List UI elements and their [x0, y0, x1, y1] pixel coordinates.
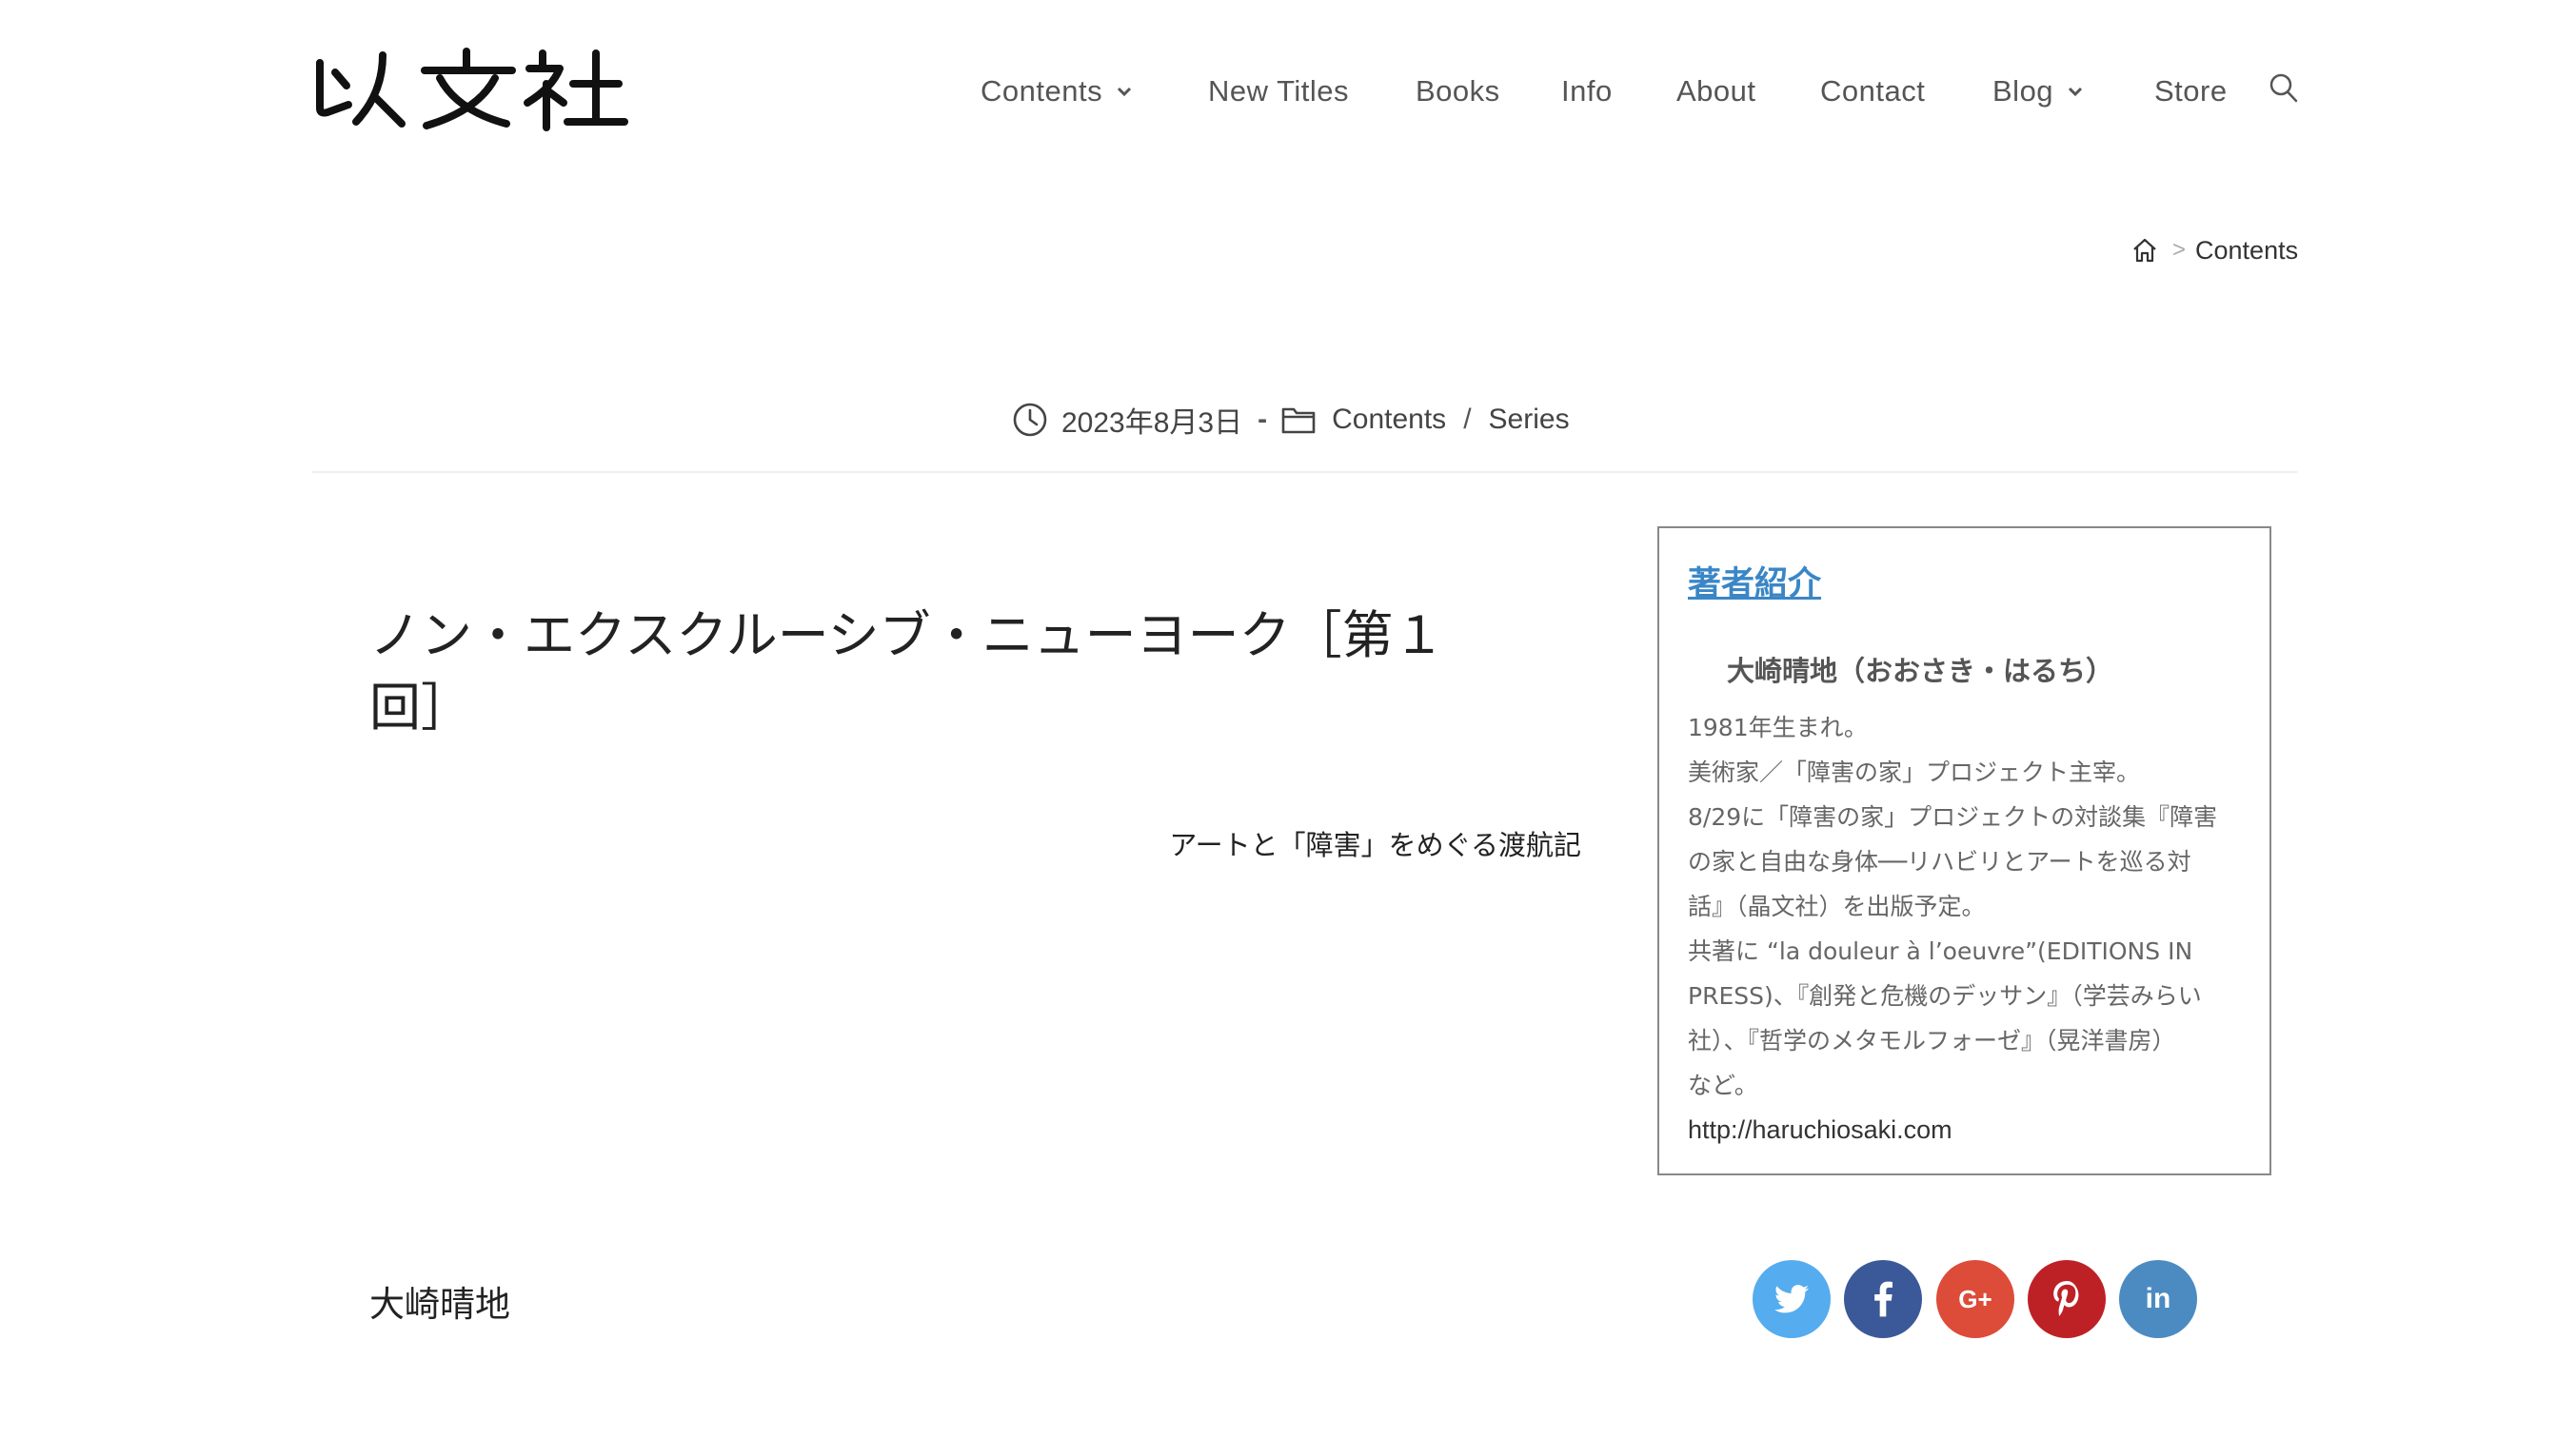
nav-item-books[interactable]: Books [1416, 69, 1500, 114]
nav-item-contact[interactable]: Contact [1820, 69, 1925, 114]
home-icon[interactable] [2130, 236, 2159, 265]
clock-icon [1013, 403, 1047, 437]
site-logo[interactable] [314, 46, 628, 133]
nav-item-label: New Titles [1208, 74, 1349, 108]
profile-line: 美術家／「障害の家」プロジェクト主宰。 [1688, 759, 2141, 786]
profile-line: 8/29に「障害の家」プロジェクトの対談集『障害 [1688, 803, 2218, 831]
profile-line: の家と自由な身体──リハビリとアートを巡る対 [1688, 848, 2191, 876]
category-separator: / [1463, 404, 1472, 435]
linkedin-icon: in [2145, 1283, 2171, 1314]
twitter-share-button[interactable] [1753, 1260, 1831, 1338]
profile-line: 話』（晶文社）を出版予定。 [1688, 893, 1986, 920]
nav-item-contents[interactable]: Contents [981, 69, 1133, 114]
article-title: ノン・エクスクルーシブ・ニューヨーク［第１回］ [369, 605, 1445, 738]
nav-item-label: Info [1561, 74, 1613, 108]
profile-line: など。 [1688, 1072, 1758, 1099]
nav-item-new-titles[interactable]: New Titles [1208, 69, 1349, 114]
nav-item-blog[interactable]: Blog [1992, 69, 2084, 114]
article-author: 大崎晴地 [369, 1284, 510, 1325]
article-subtitle: アートと「障害」をめぐる渡航記 [1169, 829, 1581, 861]
category-link-contents[interactable]: Contents [1332, 404, 1446, 436]
nav-item-label: Books [1416, 74, 1500, 108]
nav-item-about[interactable]: About [1676, 69, 1756, 114]
chevron-down-icon [2068, 87, 2083, 97]
breadcrumb: > Contents [2130, 231, 2298, 269]
breadcrumb-separator: > [2172, 237, 2187, 263]
google-plus-share-button[interactable]: G+ [1936, 1260, 2014, 1338]
breadcrumb-current[interactable]: Contents [2195, 236, 2298, 266]
chevron-down-icon [1118, 87, 1132, 97]
profile-name: 大崎晴地（おおさき・はるち） [1727, 655, 2114, 687]
google-plus-icon: G+ [1958, 1284, 1992, 1313]
nav-item-label: Contact [1820, 74, 1926, 108]
profile-line: PRESS)、『創発と危機のデッサン』（学芸みらい [1688, 982, 2202, 1010]
search-icon[interactable] [2269, 72, 2299, 105]
facebook-share-button[interactable] [1844, 1260, 1922, 1338]
nav-item-label: About [1676, 74, 1756, 108]
profile-heading[interactable]: 著者紹介 [1688, 557, 1821, 605]
folder-icon [1281, 407, 1316, 434]
facebook-icon [1874, 1281, 1892, 1317]
header-divider [312, 471, 2297, 473]
profile-line: 社）、『哲学のメタモルフォーゼ』（晃洋書房） [1688, 1027, 2176, 1055]
profile-body: 1981年生まれ。 美術家／「障害の家」プロジェクト主宰。 8/29に「障害の家… [1688, 705, 2259, 1153]
meta-separator: - [1258, 404, 1268, 435]
nav-item-label: Contents [981, 74, 1103, 108]
pinterest-icon [2053, 1281, 2079, 1316]
profile-url-link[interactable]: http://haruchiosaki.com [1688, 1108, 2259, 1153]
post-date: 2023年8月3日 [1061, 407, 1243, 439]
category-link-series[interactable]: Series [1489, 404, 1570, 436]
nav-item-info[interactable]: Info [1561, 69, 1613, 114]
nav-item-label: Blog [1992, 74, 2054, 108]
nav-item-label: Store [2154, 74, 2228, 108]
pinterest-share-button[interactable] [2028, 1260, 2106, 1338]
linkedin-share-button[interactable]: in [2119, 1260, 2197, 1338]
author-profile-box: 著者紹介 大崎晴地（おおさき・はるち） 1981年生まれ。 美術家／「障害の家」… [1657, 526, 2271, 1175]
nav-item-store[interactable]: Store [2154, 69, 2228, 114]
profile-line: 共著に “la douleur à l’oeuvre”(EDITIONS IN [1688, 937, 2193, 965]
twitter-icon [1774, 1285, 1809, 1313]
post-meta: 2023年8月3日 - Contents / Series [1012, 398, 1570, 442]
profile-line: 1981年生まれ。 [1688, 714, 1868, 741]
